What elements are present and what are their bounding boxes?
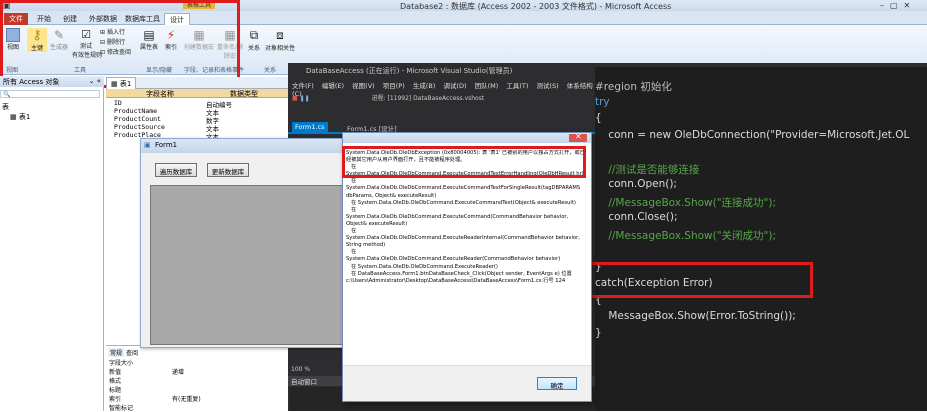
props-tab-lookup[interactable]: 查阅 bbox=[126, 348, 138, 357]
vs-menu-view[interactable]: 视图(V) bbox=[352, 82, 375, 90]
code-line: //测试是否能够连接 bbox=[595, 163, 700, 176]
vs-menu-tools[interactable]: 工具(T) bbox=[506, 82, 528, 90]
highlight-box-messagebox bbox=[589, 262, 813, 298]
update-database-button[interactable]: 更新数据库 bbox=[207, 163, 249, 177]
nav-search-input[interactable]: 🔍 bbox=[0, 90, 100, 98]
code-line: //MessageBox.Show("连接成功"); bbox=[595, 196, 777, 209]
code-line: { bbox=[595, 112, 602, 124]
vs-menu-file[interactable]: 文件(F) bbox=[292, 82, 314, 90]
code-editor[interactable]: #region 初始化 try { conn = new OleDbConnecti… bbox=[595, 67, 927, 411]
nav-section-tables[interactable]: 表 bbox=[2, 102, 9, 112]
property-label: 格式 bbox=[109, 378, 122, 385]
traverse-database-button[interactable]: 遍历数据库 bbox=[155, 163, 197, 177]
vs-title: DataBaseAccess (正在运行) - Microsoft Visual… bbox=[306, 67, 513, 75]
vs-menu-edit[interactable]: 编辑(E) bbox=[322, 82, 344, 90]
code-line: conn.Close(); bbox=[595, 211, 678, 223]
code-line: //MessageBox.Show("关闭成功"); bbox=[595, 229, 777, 242]
code-line: conn.Open(); bbox=[595, 178, 677, 190]
highlight-box-ribbon bbox=[0, 0, 240, 88]
vs-menu-test[interactable]: 测试(S) bbox=[537, 82, 559, 90]
vs-menu-team[interactable]: 团队(M) bbox=[475, 82, 499, 90]
form1-title: Form1 bbox=[141, 139, 351, 153]
field-name-cell[interactable]: ProductCount bbox=[114, 115, 161, 123]
vs-menu-project[interactable]: 项目(P) bbox=[383, 82, 405, 90]
vs-toolbar: ■ ❚❚ 进程: [11992] DataBaseAccess.vshost bbox=[292, 93, 592, 103]
vs-menu-build[interactable]: 生成(B) bbox=[413, 82, 436, 90]
document-tab-table1[interactable]: ▦ 表1 bbox=[106, 77, 296, 91]
property-label: 索引 bbox=[109, 396, 122, 403]
property-label: 字段大小 bbox=[109, 360, 134, 367]
field-name-cell[interactable]: ProductSource bbox=[114, 123, 165, 131]
form-icon: ▣ bbox=[144, 141, 151, 149]
group-label-relationships: 关系 bbox=[264, 67, 277, 74]
code-line: #region 初始化 bbox=[595, 81, 672, 93]
vs-tab-form1-cs[interactable]: Form1.cs bbox=[292, 122, 328, 132]
property-value[interactable]: 有(无重复) bbox=[172, 394, 201, 403]
vs-menu: 文件(F) 编辑(E) 视图(V) 项目(P) 生成(B) 调试(D) 团队(M… bbox=[292, 80, 602, 98]
nav-pane-header[interactable]: 所有 Access 对象 ⌄ « bbox=[0, 76, 104, 87]
ok-button[interactable]: 确定 bbox=[537, 377, 577, 390]
vs-menu-debug[interactable]: 调试(D) bbox=[443, 82, 466, 90]
table-icon: ▦ bbox=[10, 113, 17, 121]
field-name-cell[interactable]: ID bbox=[114, 99, 122, 107]
code-line: MessageBox.Show(Error.ToString()); bbox=[595, 310, 796, 322]
chevron-down-icon: ⌄ « bbox=[88, 77, 101, 85]
msgbox-title-bar: ✕ bbox=[343, 132, 591, 143]
close-icon[interactable]: ✕ bbox=[569, 132, 587, 142]
pause-icon[interactable]: ❚❚ bbox=[300, 95, 310, 102]
highlight-box-exception bbox=[342, 146, 586, 178]
object-dependencies-button[interactable]: ⧈ 对象相关性 bbox=[264, 28, 296, 52]
nav-item-table1[interactable]: ▦ 表1 bbox=[10, 112, 30, 122]
data-grid-view[interactable] bbox=[150, 185, 350, 345]
error-message-text: System.Data.OleDb.OleDbException (0x8000… bbox=[346, 150, 585, 284]
code-line: } bbox=[595, 326, 602, 339]
props-tab-general[interactable]: 常规 bbox=[108, 348, 125, 357]
process-selector[interactable]: 进程: [11992] DataBaseAccess.vshost bbox=[372, 95, 485, 102]
col-header-data-type: 数据类型 bbox=[230, 90, 258, 98]
col-header-field-name: 字段名称 bbox=[146, 90, 174, 98]
code-line: conn = new OleDbConnection("Provider=Mic… bbox=[595, 128, 910, 141]
relationships-button[interactable]: ⧉ 关系 bbox=[246, 28, 262, 52]
navigation-pane: 所有 Access 对象 ⌄ « 🔍 表 ▦ 表1 bbox=[0, 76, 104, 411]
window-controls[interactable]: –▢✕ bbox=[880, 1, 916, 10]
field-name-cell[interactable]: ProductName bbox=[114, 107, 157, 115]
property-label: 标题 bbox=[109, 387, 122, 394]
form1-window: Form1 ▣ 遍历数据库 更新数据库 bbox=[140, 138, 352, 348]
code-line: try bbox=[595, 95, 610, 108]
stop-icon[interactable]: ■ bbox=[292, 95, 298, 102]
field-properties: 常规 查阅 字段大小 新值 递增 格式 标题 索引 有(无重复) 智能标记 bbox=[106, 345, 288, 412]
property-label: 新值 bbox=[109, 369, 122, 376]
property-value[interactable]: 递增 bbox=[172, 367, 184, 376]
